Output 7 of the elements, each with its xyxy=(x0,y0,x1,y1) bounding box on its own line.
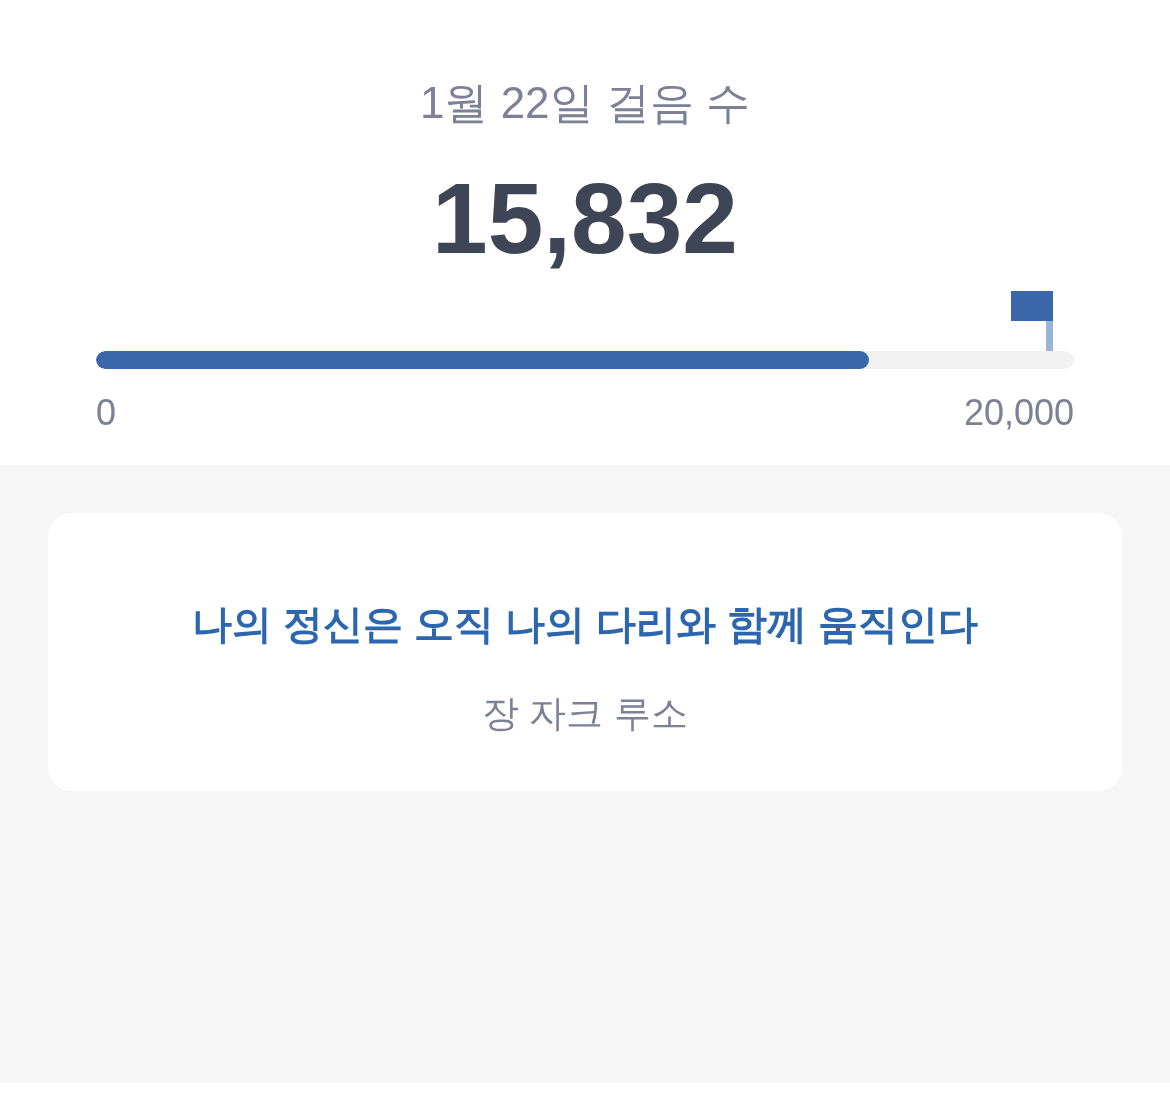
goal-flag-icon xyxy=(1011,291,1053,351)
date-title: 1월 22일 걸음 수 xyxy=(419,77,751,129)
step-count: 15,832 xyxy=(432,163,738,273)
scale-max-label: 20,000 xyxy=(963,391,1074,435)
quote-author: 장 자크 루소 xyxy=(482,692,688,736)
scale-min-label: 0 xyxy=(96,391,117,435)
quote-text: 나의 정신은 오직 나의 다리와 함께 움직인다 xyxy=(191,601,979,648)
